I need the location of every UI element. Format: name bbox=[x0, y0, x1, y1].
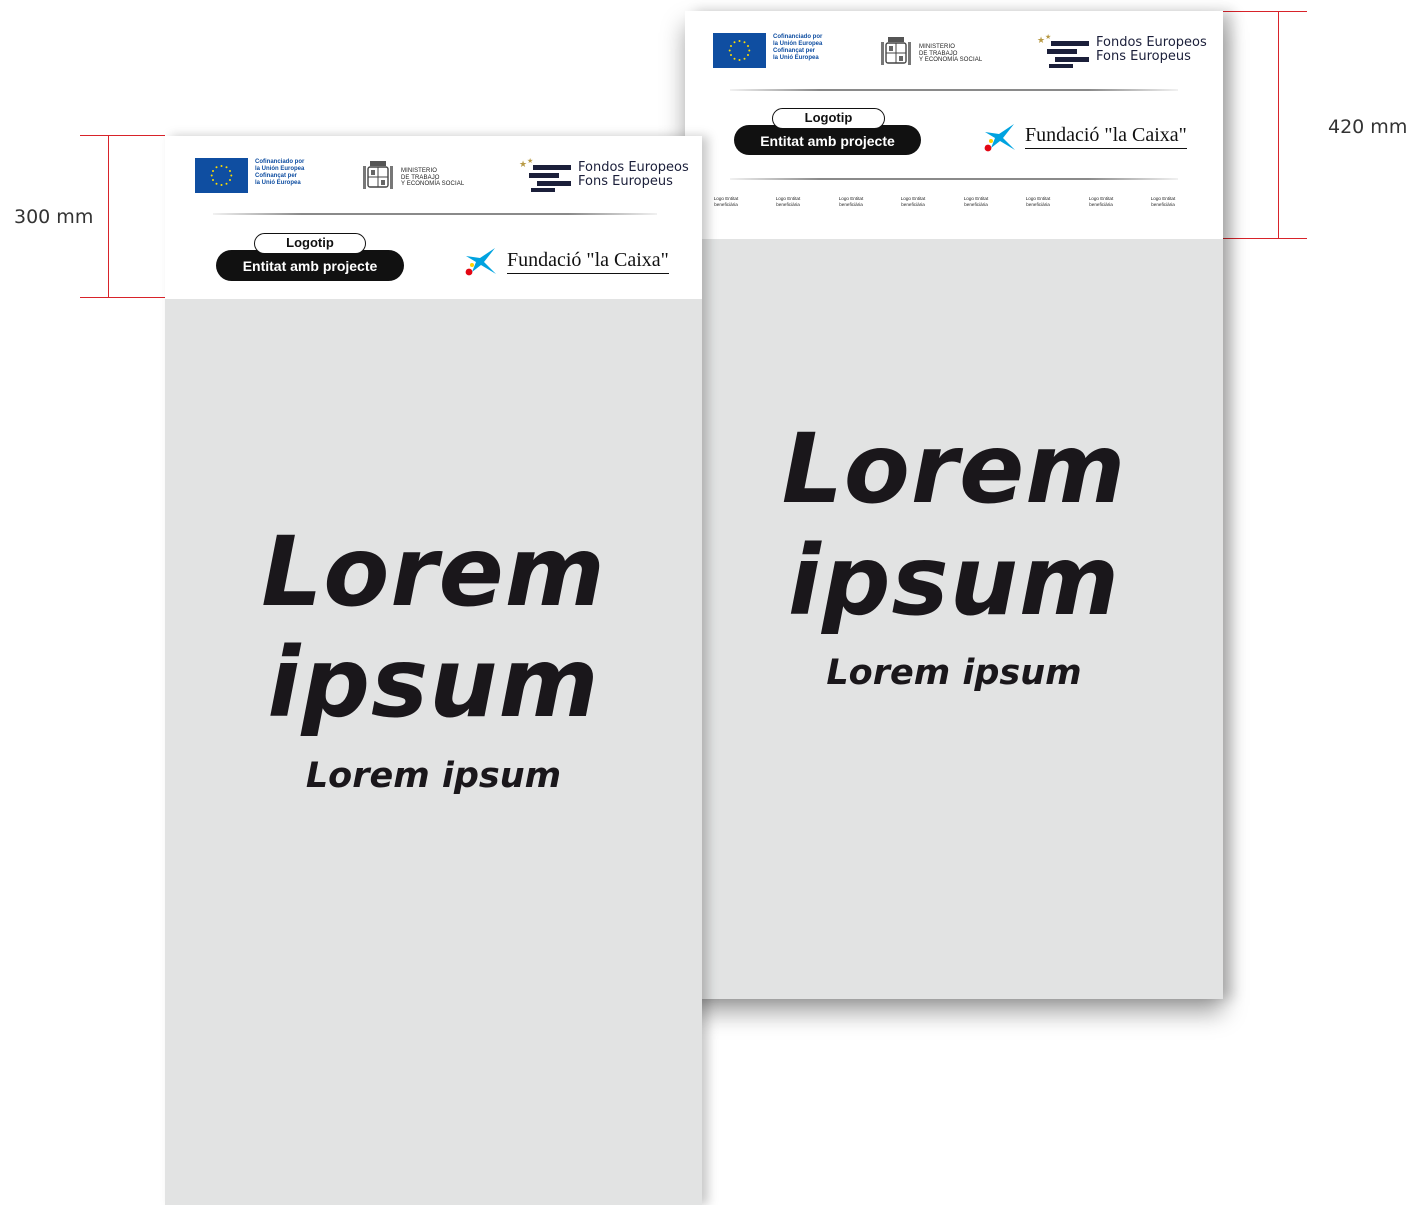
ministerio-line: Y ECONOMÍA SOCIAL bbox=[919, 57, 983, 63]
dimension-line-top-right bbox=[1223, 11, 1307, 12]
fondos-line: Fondos Europeos bbox=[578, 160, 689, 175]
svg-text:★: ★ bbox=[1045, 33, 1051, 41]
ministerio-text: MINISTERIO DE TRABAJO Y ECONOMÍA SOCIAL bbox=[401, 168, 464, 188]
headline-line1: Lorem bbox=[781, 413, 1127, 525]
fondos-line: Fons Europeus bbox=[1096, 49, 1191, 64]
dimension-line-vertical-left bbox=[108, 135, 109, 298]
beneficiary-logo: Logo Entitat beneficiària bbox=[963, 196, 989, 207]
eu-text-line: Cofinançat per bbox=[773, 48, 816, 54]
headline-line2: ipsum bbox=[787, 525, 1121, 637]
fondos-europeos-icon: ★ ★ bbox=[519, 157, 571, 192]
eu-text-line: la Unió Europea bbox=[255, 180, 301, 186]
eu-text-line: Cofinançat per bbox=[255, 173, 298, 179]
eu-text-line: la Unión Europea bbox=[255, 166, 305, 172]
banner-header: Cofinanciado por la Unión Europea Cofina… bbox=[685, 11, 1223, 239]
dimension-line-bottom-left bbox=[80, 297, 165, 298]
beneficiary-logo: Logo Entitat beneficiària bbox=[775, 196, 801, 207]
eu-text-line: la Unión Europea bbox=[773, 41, 823, 47]
fondos-line: Fondos Europeos bbox=[1096, 35, 1207, 50]
dimension-label-420: 420 mm bbox=[1328, 116, 1408, 138]
eu-cofinancing-text: Cofinanciado por la Unión Europea Cofina… bbox=[773, 34, 822, 62]
rollup-banner-large: Cofinanciado por la Unión Europea Cofina… bbox=[685, 11, 1223, 999]
project-logo-top: Logotip bbox=[254, 233, 366, 254]
eu-cofinancing-text: Cofinanciado por la Unión Europea Cofina… bbox=[255, 159, 304, 187]
svg-text:★: ★ bbox=[1037, 35, 1045, 45]
svg-text:★: ★ bbox=[519, 159, 527, 169]
dimension-line-bottom-right bbox=[1223, 238, 1307, 239]
fondos-europeos-text: Fondos Europeos Fons Europeus bbox=[1096, 36, 1207, 64]
ministerio-line: Y ECONOMÍA SOCIAL bbox=[401, 181, 465, 187]
project-logo-bottom: Entitat amb projecte bbox=[216, 250, 404, 281]
fondos-europeos-icon: ★ ★ bbox=[1037, 33, 1089, 68]
eu-flag-icon bbox=[195, 158, 248, 193]
fondos-europeos-text: Fondos Europeos Fons Europeus bbox=[578, 161, 689, 189]
caixa-name: Fundació "la Caixa" bbox=[507, 249, 669, 274]
svg-text:★: ★ bbox=[527, 157, 533, 165]
eu-text-line: la Unió Europea bbox=[773, 55, 819, 61]
header-divider bbox=[730, 178, 1178, 180]
project-logo-top: Logotip bbox=[772, 108, 885, 129]
dimension-line-top-left bbox=[80, 135, 165, 136]
eu-text-line: Cofinanciado por bbox=[255, 159, 305, 165]
ministerio-text: MINISTERIO DE TRABAJO Y ECONOMÍA SOCIAL bbox=[919, 44, 982, 64]
beneficiary-logos-row: Logo Entitat beneficiària Logo Entitat b… bbox=[709, 196, 1209, 226]
beneficiary-logo: Logo Entitat beneficiària bbox=[1150, 196, 1176, 207]
header-divider bbox=[213, 213, 657, 215]
caixa-name: Fundació "la Caixa" bbox=[1025, 124, 1187, 149]
beneficiary-logo: Logo Entitat beneficiària bbox=[713, 196, 739, 207]
beneficiary-logo: Logo Entitat beneficiària bbox=[1088, 196, 1114, 207]
caixa-star-icon bbox=[465, 248, 496, 276]
caixa-star-icon bbox=[984, 124, 1015, 152]
headline-line1: Lorem bbox=[261, 516, 606, 628]
headline-line2: ipsum bbox=[267, 627, 600, 739]
project-logo-bottom: Entitat amb projecte bbox=[734, 125, 921, 155]
dimension-line-vertical-right bbox=[1278, 11, 1279, 239]
beneficiary-logo: Logo Entitat beneficiària bbox=[1025, 196, 1051, 207]
eu-text-line: Cofinanciado por bbox=[773, 34, 823, 40]
coat-of-arms-icon bbox=[881, 37, 911, 65]
beneficiary-logo: Logo Entitat beneficiària bbox=[838, 196, 864, 207]
dimension-label-300: 300 mm bbox=[14, 206, 94, 228]
fondos-line: Fons Europeus bbox=[578, 174, 673, 189]
coat-of-arms-icon bbox=[363, 161, 393, 189]
banner-header: Cofinanciado por la Unión Europea Cofina… bbox=[165, 136, 702, 299]
headline-sub: Lorem ipsum bbox=[826, 653, 1082, 693]
headline-sub: Lorem ipsum bbox=[305, 756, 562, 796]
eu-flag-icon bbox=[713, 33, 766, 68]
rollup-banner-small: Cofinanciado por la Unión Europea Cofina… bbox=[165, 136, 702, 1205]
header-divider bbox=[730, 89, 1178, 91]
beneficiary-logo: Logo Entitat beneficiària bbox=[900, 196, 926, 207]
